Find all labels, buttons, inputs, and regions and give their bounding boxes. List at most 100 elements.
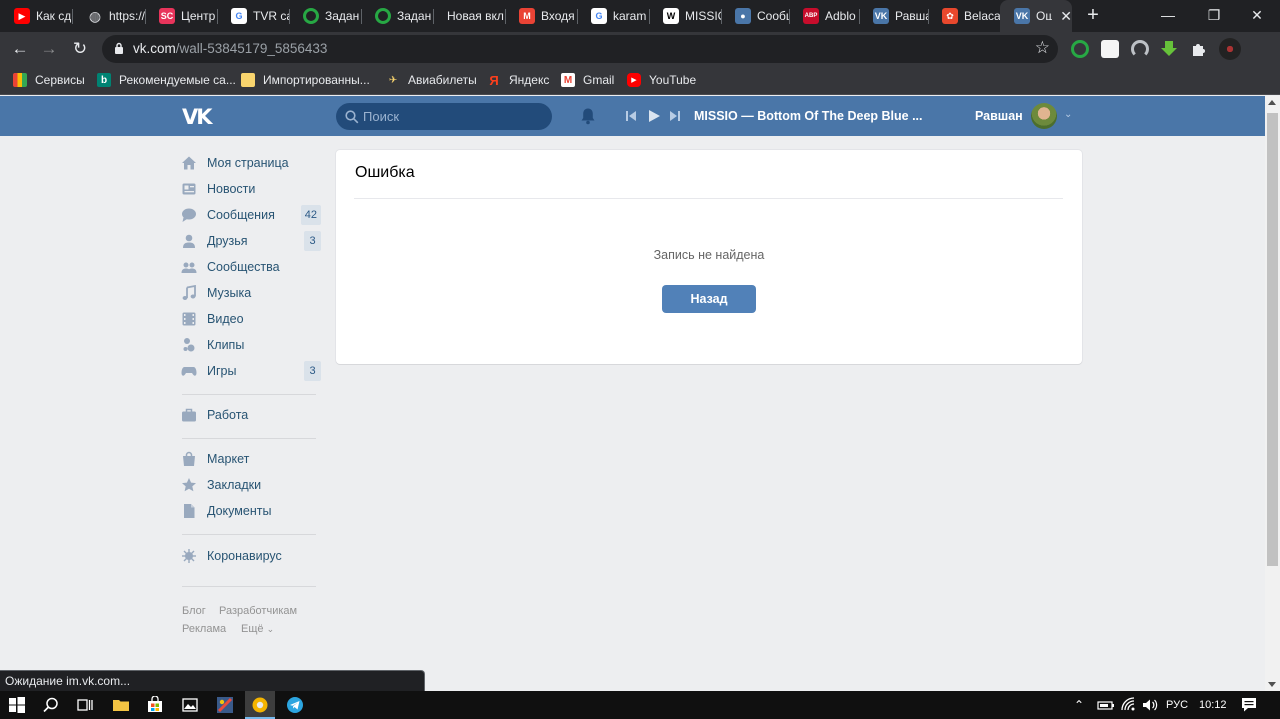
photos-app-icon[interactable] <box>181 696 199 714</box>
bookmark-star-icon[interactable]: ☆ <box>1035 38 1050 58</box>
menu-divider <box>182 438 316 439</box>
media-app-icon[interactable] <box>216 696 234 714</box>
back-button[interactable]: Назад <box>662 285 756 313</box>
browser-tab[interactable]: M Входя <box>505 0 577 32</box>
browser-tab[interactable]: Gkaram <box>577 0 649 32</box>
browser-tab-title: Задан <box>397 9 432 23</box>
new-tab-button[interactable]: + <box>1082 4 1104 28</box>
menu-divider <box>182 394 316 395</box>
bookmark-services[interactable]: Сервисы <box>13 66 85 94</box>
search-input[interactable] <box>336 103 552 130</box>
menu-item-music[interactable]: Музыка <box>180 280 322 306</box>
menu-item-games[interactable]: Игры 3 <box>180 358 322 384</box>
menu-item-label: Новости <box>207 182 256 196</box>
menu-item-bookmarks[interactable]: Закладки <box>180 472 322 498</box>
arc-extension-icon[interactable] <box>1131 40 1149 58</box>
address-bar[interactable]: vk.com/wall-53845179_5856433 ☆ <box>102 35 1058 63</box>
wifi-icon[interactable] <box>1120 696 1138 714</box>
bookmark-gmail[interactable]: M Gmail <box>561 66 614 94</box>
user-name[interactable]: Равшан <box>975 96 1023 136</box>
footer-link-more[interactable]: Ещё ⌄ <box>241 623 274 635</box>
browser-tab[interactable]: ▶ Как сд <box>0 0 72 32</box>
footer-link-blog[interactable]: Блог <box>182 605 206 617</box>
minimize-button[interactable]: — <box>1145 0 1191 32</box>
browser-tab-title: Как сд <box>36 9 72 23</box>
menu-item-clips[interactable]: Клипы <box>180 332 322 358</box>
system-clock[interactable]: 10:12 <box>1199 691 1227 719</box>
browser-tab[interactable]: G TVR са <box>217 0 289 32</box>
menu-item-documents[interactable]: Документы <box>180 498 322 524</box>
next-track-icon[interactable] <box>670 108 680 124</box>
store-icon[interactable] <box>146 696 164 714</box>
back-icon[interactable]: ← <box>8 37 32 61</box>
browser-tab-active[interactable]: VK Ош ✕ <box>1000 0 1072 32</box>
current-track-title[interactable]: MISSIO — Bottom Of The Deep Blue ... <box>694 96 923 136</box>
reload-icon[interactable]: ↻ <box>68 37 92 61</box>
browser-tab[interactable]: W MISSIO <box>649 0 721 32</box>
volume-icon[interactable] <box>1141 696 1159 714</box>
browser-tab[interactable]: Задан <box>289 0 361 32</box>
vk-logo[interactable]: VK <box>182 105 212 129</box>
menu-item-my-page[interactable]: Моя страница <box>180 150 322 176</box>
restore-button[interactable]: ❐ <box>1191 0 1237 32</box>
browser-tab[interactable]: ABP Adblo <box>789 0 859 32</box>
user-avatar[interactable] <box>1031 103 1057 129</box>
browser-tab[interactable]: ● Сообщ <box>721 0 789 32</box>
home-icon <box>182 156 196 170</box>
download-extension-icon[interactable] <box>1160 40 1178 58</box>
bell-icon[interactable] <box>579 107 597 125</box>
footer-link-developers[interactable]: Разработчикам <box>219 605 297 617</box>
close-window-button[interactable]: ✕ <box>1234 0 1280 32</box>
scroll-down-arrow[interactable] <box>1268 682 1276 687</box>
bookmark-recommended[interactable]: b Рекомендуемые са... <box>97 66 236 94</box>
battery-icon[interactable] <box>1097 696 1115 714</box>
bookmark-yandex[interactable]: Я Яндекс <box>487 66 549 94</box>
bookmark-youtube[interactable]: ▶ YouTube <box>627 66 696 94</box>
chevron-down-icon[interactable]: ⌄ <box>1064 109 1072 120</box>
browser-tab[interactable]: Новая вкл <box>433 0 505 32</box>
extensions-puzzle-icon[interactable] <box>1190 40 1208 58</box>
sc-extension-icon[interactable] <box>1101 40 1119 58</box>
browser-tab[interactable]: ◍ https:// <box>73 0 145 32</box>
keyboard-language[interactable]: РУС <box>1166 691 1188 719</box>
telegram-icon[interactable] <box>286 696 304 714</box>
notifications-icon[interactable] <box>1240 696 1258 714</box>
browser-tab[interactable]: ✿ Belaca <box>928 0 1000 32</box>
menu-item-market[interactable]: Маркет <box>180 446 322 472</box>
menu-item-coronavirus[interactable]: Коронавирус <box>180 543 322 569</box>
play-icon[interactable] <box>648 108 660 124</box>
bookmark-label: Авиабилеты <box>408 73 477 87</box>
browser-tab-title: Центр <box>181 9 216 23</box>
menu-item-communities[interactable]: Сообщества <box>180 254 322 280</box>
forward-icon[interactable]: → <box>37 37 61 61</box>
bookmark-imported[interactable]: Импортированны... <box>241 66 370 94</box>
menu-item-messages[interactable]: Сообщения 42 <box>180 202 322 228</box>
bookmark-tickets[interactable]: ✈ Авиабилеты <box>386 66 477 94</box>
error-divider <box>354 198 1063 199</box>
profile-avatar-icon[interactable] <box>1219 38 1241 60</box>
browser-tab[interactable]: SC Центр <box>145 0 217 32</box>
scroll-thumb[interactable] <box>1267 113 1278 566</box>
menu-item-friends[interactable]: Друзья 3 <box>180 228 322 254</box>
file-explorer-icon[interactable] <box>112 696 130 714</box>
task-view-icon[interactable] <box>76 696 94 714</box>
bookmarks-bar: Сервисы b Рекомендуемые са... Импортиров… <box>0 66 1280 95</box>
page-scrollbar[interactable] <box>1265 96 1280 691</box>
tray-expand-icon[interactable]: ⌃ <box>1074 691 1084 719</box>
menu-item-news[interactable]: Новости <box>180 176 322 202</box>
windows-start-icon[interactable] <box>8 696 26 714</box>
gmail-icon: M <box>561 73 575 87</box>
previous-track-icon[interactable] <box>626 108 636 124</box>
menu-item-video[interactable]: Видео <box>180 306 322 332</box>
close-tab-icon[interactable]: ✕ <box>1060 8 1072 25</box>
browser-tab[interactable]: Задан <box>361 0 433 32</box>
footer-link-ads[interactable]: Реклама <box>182 623 226 635</box>
browser-tab[interactable]: VK Равша <box>859 0 928 32</box>
ring-extension-icon[interactable] <box>1071 40 1089 58</box>
scroll-up-arrow[interactable] <box>1268 100 1276 105</box>
bookmark-label: Яндекс <box>509 73 550 87</box>
chrome-app-icon[interactable] <box>251 696 269 714</box>
menu-item-work[interactable]: Работа <box>180 402 322 428</box>
menu-item-label: Закладки <box>207 478 262 492</box>
search-icon[interactable] <box>42 696 60 714</box>
